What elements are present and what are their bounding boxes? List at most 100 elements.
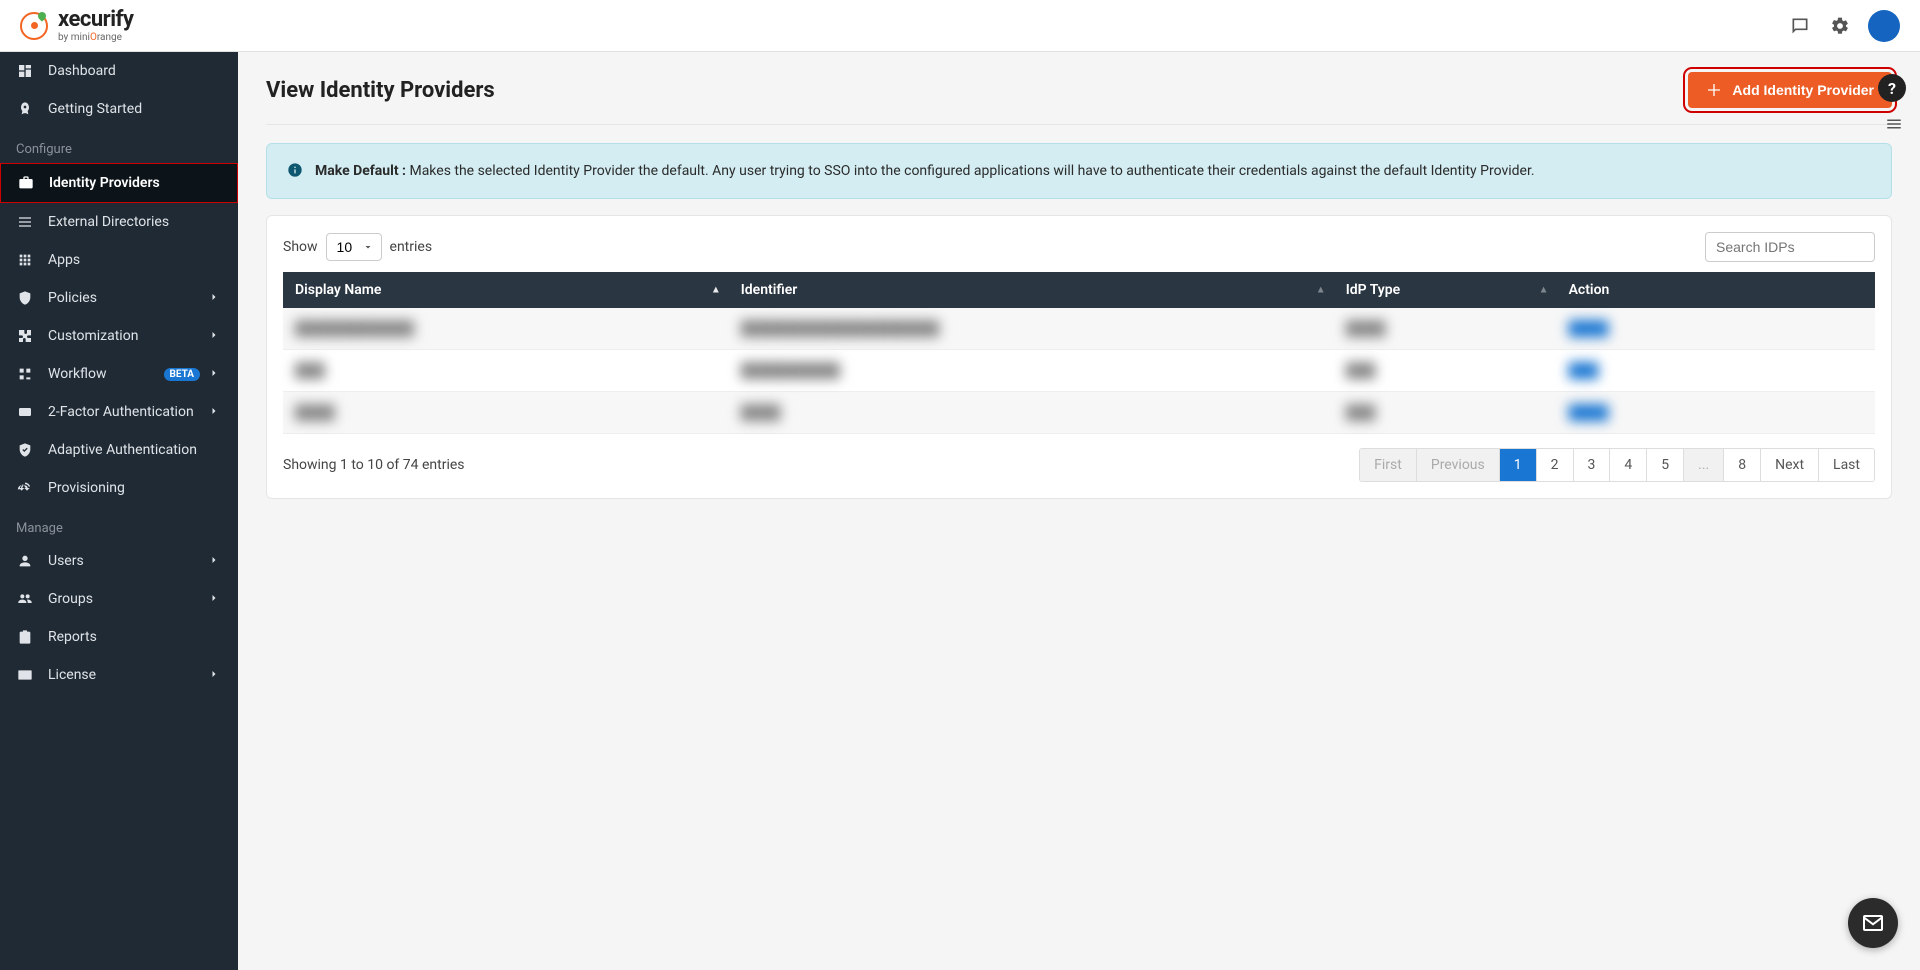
shield-check-icon xyxy=(16,441,34,459)
main-content: View Identity Providers Add Identity Pro… xyxy=(238,52,1920,970)
table-row: ███ ██████████ ███ ███ xyxy=(283,350,1875,392)
sidebar-item-reports[interactable]: Reports xyxy=(0,618,238,656)
sidebar-item-label: Groups xyxy=(48,591,208,607)
col-identifier[interactable]: Identifier▲ xyxy=(729,272,1334,308)
logo-mark-icon xyxy=(20,12,48,40)
brand-byline: by miniOrange xyxy=(58,33,133,43)
card-icon xyxy=(16,666,34,684)
briefcase-icon xyxy=(17,174,35,192)
sidebar-item-groups[interactable]: Groups xyxy=(0,580,238,618)
sidebar-item-provisioning[interactable]: Provisioning xyxy=(0,469,238,507)
entries-label: entries xyxy=(390,239,433,255)
table-footer: Showing 1 to 10 of 74 entries First Prev… xyxy=(283,448,1875,482)
gear-icon[interactable] xyxy=(1828,14,1852,38)
brand-name: xecurify xyxy=(58,9,133,31)
page-first[interactable]: First xyxy=(1360,449,1417,481)
page-number[interactable]: 4 xyxy=(1610,449,1647,481)
app-header: xecurify by miniOrange xyxy=(0,0,1920,52)
user-icon xyxy=(16,552,34,570)
page-last[interactable]: Last xyxy=(1819,449,1874,481)
user-avatar[interactable] xyxy=(1868,10,1900,42)
sidebar-item-2fa[interactable]: 2-Factor Authentication xyxy=(0,393,238,431)
sidebar-item-license[interactable]: License xyxy=(0,656,238,694)
table-controls: Show 10 entries xyxy=(283,232,1875,262)
add-identity-provider-button[interactable]: Add Identity Provider xyxy=(1688,72,1892,108)
page-header: View Identity Providers Add Identity Pro… xyxy=(266,72,1892,125)
page-number[interactable]: 1 xyxy=(1500,449,1537,481)
plus-icon xyxy=(1706,82,1722,98)
sidebar-item-policies[interactable]: Policies xyxy=(0,279,238,317)
sidebar: Dashboard Getting Started Configure Iden… xyxy=(0,52,238,970)
pagination: First Previous 1 2 3 4 5 ... 8 Next Last xyxy=(1359,448,1875,482)
chevron-right-icon xyxy=(208,668,222,682)
sidebar-item-label: 2-Factor Authentication xyxy=(48,404,208,420)
clipboard-icon xyxy=(16,628,34,646)
page-number[interactable]: 3 xyxy=(1574,449,1611,481)
sidebar-item-label: Customization xyxy=(48,328,208,344)
page-next[interactable]: Next xyxy=(1761,449,1819,481)
page-size-select[interactable]: 10 xyxy=(326,233,382,261)
side-menu-toggle[interactable] xyxy=(1884,114,1904,134)
sidebar-item-users[interactable]: Users xyxy=(0,542,238,580)
shield-icon xyxy=(16,289,34,307)
chevron-right-icon xyxy=(208,291,222,305)
col-action: Action xyxy=(1557,272,1875,308)
sidebar-item-adaptive-auth[interactable]: Adaptive Authentication xyxy=(0,431,238,469)
sidebar-item-getting-started[interactable]: Getting Started xyxy=(0,90,238,128)
users-icon xyxy=(16,590,34,608)
sidebar-item-label: Reports xyxy=(48,629,222,645)
idp-table: Display Name▲ Identifier▲ IdP Type▲ Acti… xyxy=(283,272,1875,434)
help-button[interactable]: ? xyxy=(1878,74,1906,102)
sidebar-item-identity-providers[interactable]: Identity Providers xyxy=(0,163,238,203)
chevron-right-icon xyxy=(208,405,222,419)
page-number[interactable]: 5 xyxy=(1647,449,1684,481)
sync-icon xyxy=(16,479,34,497)
sidebar-item-label: Getting Started xyxy=(48,101,222,117)
chevron-right-icon xyxy=(208,592,222,606)
sidebar-item-label: Workflow xyxy=(48,366,164,382)
show-entries: Show 10 entries xyxy=(283,233,432,261)
col-idp-type[interactable]: IdP Type▲ xyxy=(1334,272,1557,308)
page-ellipsis: ... xyxy=(1684,449,1724,481)
logo-text: xecurify by miniOrange xyxy=(58,9,133,43)
keypad-icon xyxy=(16,403,34,421)
table-row: ████████████ ████████████████████ ████ █… xyxy=(283,308,1875,350)
brand-logo[interactable]: xecurify by miniOrange xyxy=(20,9,133,43)
mail-icon xyxy=(1861,911,1885,935)
sidebar-item-label: Users xyxy=(48,553,208,569)
sidebar-item-label: Dashboard xyxy=(48,63,222,79)
sidebar-item-customization[interactable]: Customization xyxy=(0,317,238,355)
info-icon xyxy=(287,162,303,178)
grid-icon xyxy=(16,251,34,269)
sidebar-section-manage: Manage xyxy=(0,507,238,542)
beta-badge: BETA xyxy=(164,368,201,381)
dashboard-icon xyxy=(16,62,34,80)
page-previous[interactable]: Previous xyxy=(1417,449,1500,481)
docs-icon[interactable] xyxy=(1788,14,1812,38)
page-title: View Identity Providers xyxy=(266,78,495,103)
sidebar-item-label: Apps xyxy=(48,252,222,268)
chevron-right-icon xyxy=(208,367,222,381)
sidebar-item-external-directories[interactable]: External Directories xyxy=(0,203,238,241)
show-label: Show xyxy=(283,239,318,255)
info-box: Make Default : Makes the selected Identi… xyxy=(266,143,1892,199)
sidebar-item-workflow[interactable]: Workflow BETA xyxy=(0,355,238,393)
puzzle-icon xyxy=(16,327,34,345)
page-number[interactable]: 2 xyxy=(1537,449,1574,481)
sidebar-item-dashboard[interactable]: Dashboard xyxy=(0,52,238,90)
chevron-right-icon xyxy=(208,554,222,568)
col-display-name[interactable]: Display Name▲ xyxy=(283,272,729,308)
sidebar-section-configure: Configure xyxy=(0,128,238,163)
sidebar-item-apps[interactable]: Apps xyxy=(0,241,238,279)
header-actions xyxy=(1788,10,1900,42)
sidebar-item-label: Policies xyxy=(48,290,208,306)
chat-button[interactable] xyxy=(1848,898,1898,948)
table-row: ████ ████ ███ ████ xyxy=(283,392,1875,434)
search-idp-input[interactable] xyxy=(1705,232,1875,262)
sidebar-item-label: Provisioning xyxy=(48,480,222,496)
idp-table-card: Show 10 entries Display Name▲ Identifi xyxy=(266,215,1892,499)
sidebar-item-label: Adaptive Authentication xyxy=(48,442,222,458)
sidebar-item-label: External Directories xyxy=(48,214,222,230)
sidebar-item-label: License xyxy=(48,667,208,683)
page-number[interactable]: 8 xyxy=(1724,449,1761,481)
